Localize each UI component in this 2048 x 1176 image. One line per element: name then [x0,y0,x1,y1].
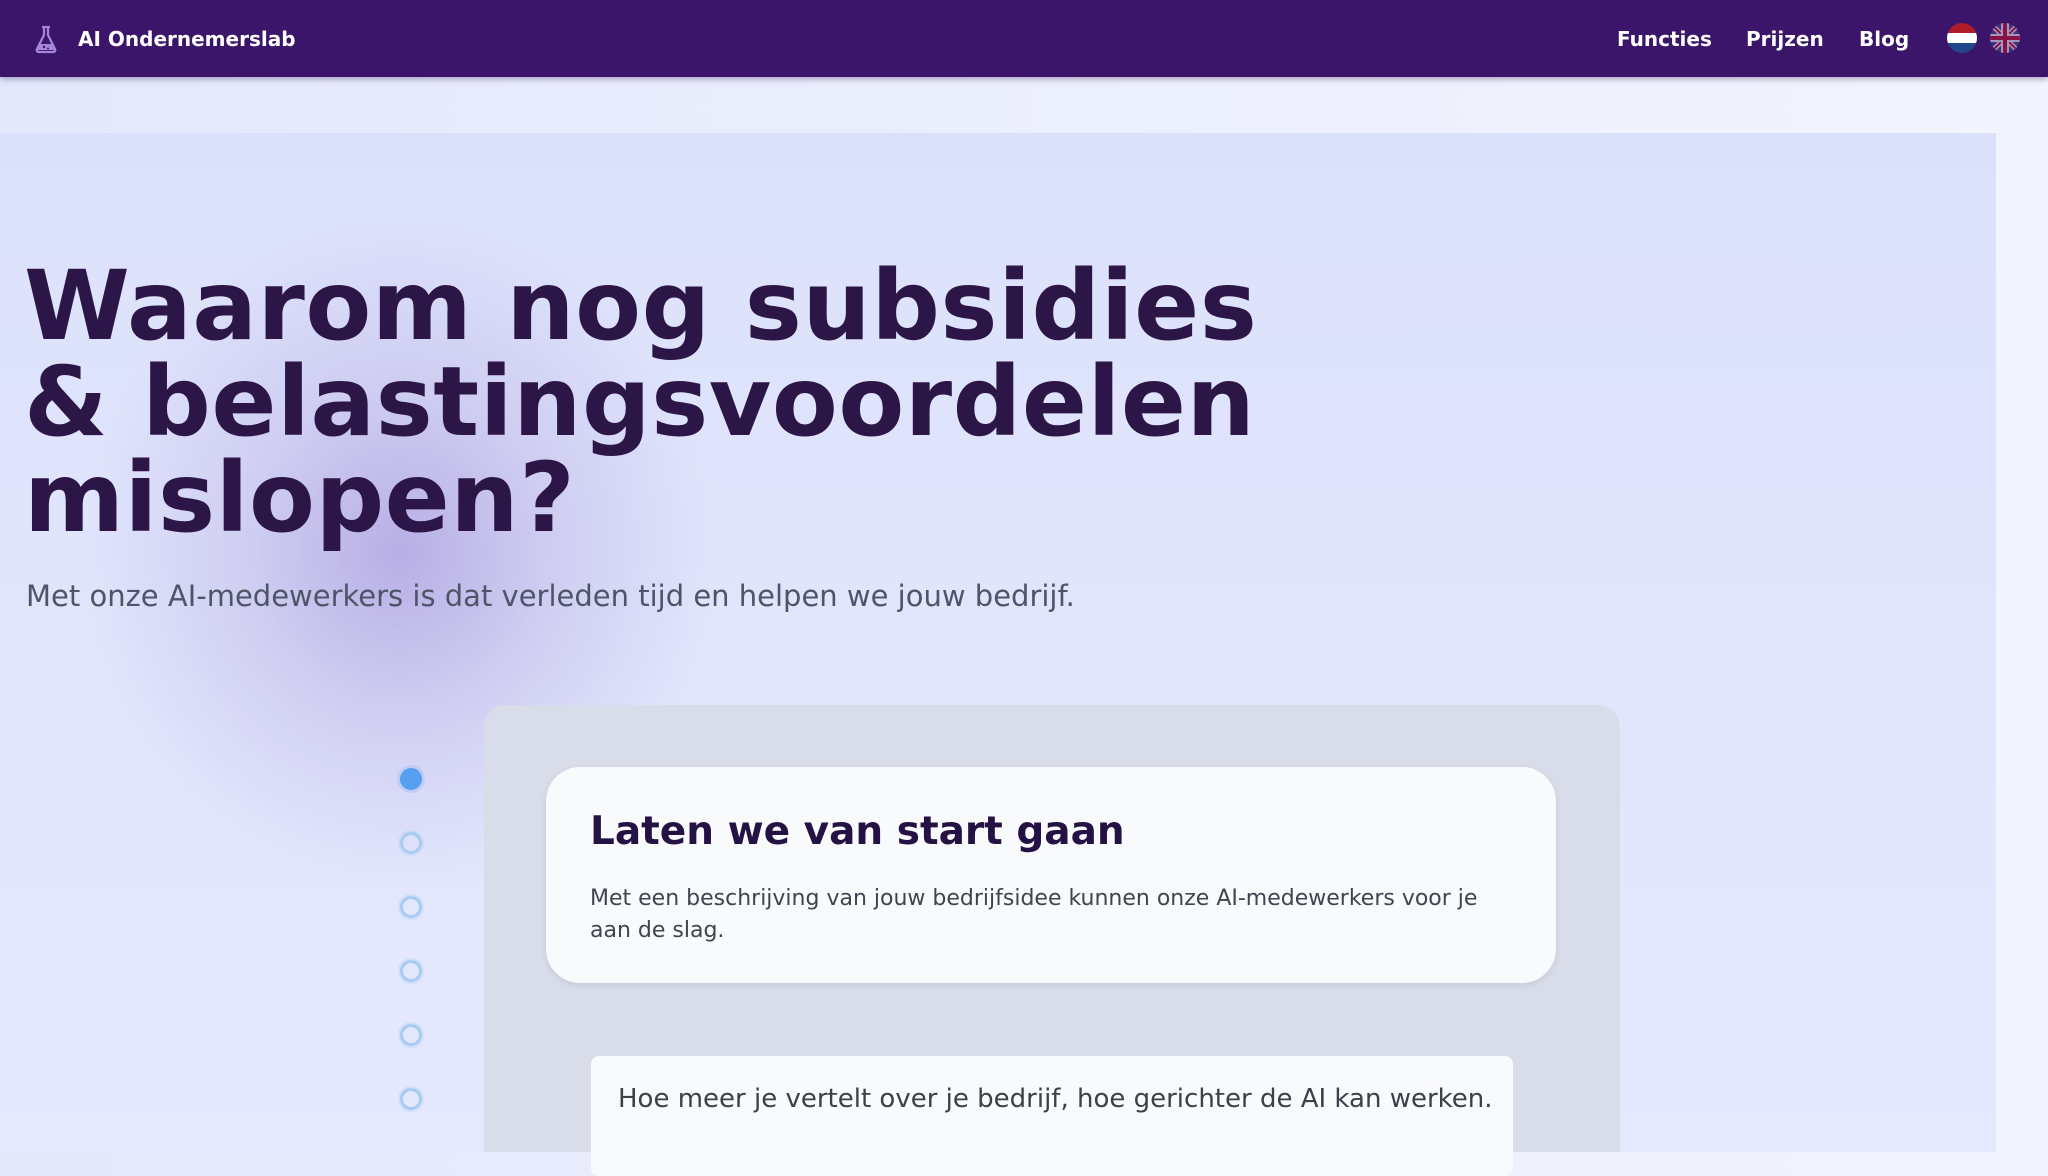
headline-line: mislopen? [24,442,576,554]
card-title: Laten we van start gaan [590,809,1125,854]
business-description-input[interactable]: Hoe meer je vertelt over je bedrijf, hoe… [591,1056,1513,1176]
hero-section: Waarom nog subsidies & belastingsvoordel… [0,133,1996,1152]
nav-link-label: Blog [1859,26,1910,51]
nav-link-blog[interactable]: Blog [1859,0,1909,77]
nav-link-prijzen[interactable]: Prijzen [1746,0,1824,77]
nav-link-label: Functies [1617,26,1712,51]
nav-link-label: Prijzen [1746,26,1824,51]
step-dot-5[interactable] [400,1024,422,1046]
input-placeholder: Hoe meer je vertelt over je bedrijf, hoe… [618,1084,1493,1114]
step-dot-1[interactable] [400,768,422,790]
brand-name: AI Ondernemerslab [78,26,296,51]
nl-flag-icon[interactable] [1947,23,1977,53]
step-dot-4[interactable] [400,960,422,982]
headline-line: & belastingsvoordelen [24,346,1256,458]
step-dot-6[interactable] [400,1088,422,1110]
step-dot-3[interactable] [400,896,422,918]
nav-link-functies[interactable]: Functies [1617,0,1712,77]
step-dot-2[interactable] [400,832,422,854]
intro-card: Laten we van start gaan Met een beschrij… [546,767,1556,983]
flask-icon [28,21,64,57]
card-description: Met een beschrijving van jouw bedrijfsid… [590,886,1478,943]
headline-line: Waarom nog subsidies [24,250,1258,362]
top-navigation-bar: AI Ondernemerslab Functies Prijzen Blog [0,0,2048,77]
uk-flag-icon[interactable] [1990,23,2020,53]
hero-subline: Met onze AI-medewerkers is dat verleden … [26,579,1075,613]
brand-logo-link[interactable]: AI Ondernemerslab [28,0,296,77]
hero-headline: Waarom nog subsidies & belastingsvoordel… [24,258,1324,546]
